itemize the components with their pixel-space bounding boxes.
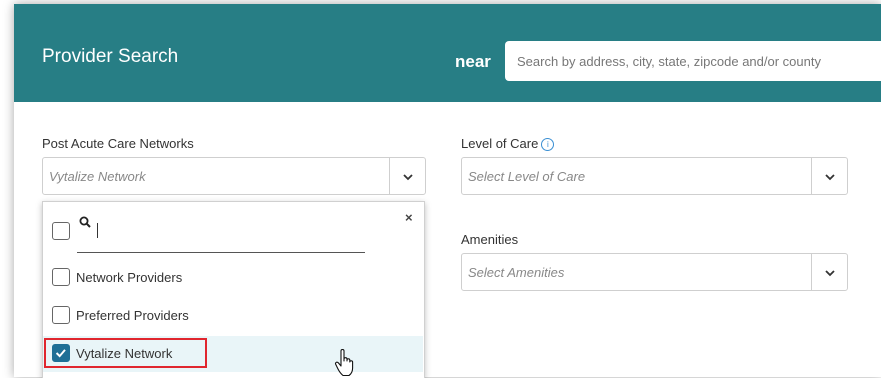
- networks-select[interactable]: Vytalize Network: [42, 157, 426, 195]
- hand-cursor-icon: [334, 349, 354, 377]
- chevron-down-icon[interactable]: [402, 172, 414, 182]
- select-divider: [811, 254, 812, 290]
- chevron-down-icon[interactable]: [824, 172, 836, 182]
- networks-select-value: Vytalize Network: [49, 169, 146, 184]
- amenities-select[interactable]: Select Amenities: [461, 253, 848, 291]
- networks-dropdown-menu: × Network Providers Preferred Providers …: [42, 201, 425, 378]
- option-preferred-providers[interactable]: Preferred Providers: [43, 298, 423, 334]
- option-network-providers[interactable]: Network Providers: [43, 260, 423, 296]
- search-icon: [79, 216, 91, 228]
- option-checkbox[interactable]: [52, 306, 70, 324]
- chevron-down-icon[interactable]: [824, 268, 836, 278]
- provider-search-panel: Provider Search near Post Acute Care Net…: [14, 4, 881, 378]
- option-checkbox[interactable]: [52, 268, 70, 286]
- level-of-care-select[interactable]: Select Level of Care: [461, 157, 848, 195]
- level-of-care-label-text: Level of Care: [461, 136, 539, 151]
- option-label: Network Providers: [76, 270, 183, 285]
- networks-label: Post Acute Care Networks: [42, 136, 194, 151]
- amenities-placeholder: Select Amenities: [468, 265, 565, 280]
- dropdown-search-input[interactable]: [77, 252, 365, 253]
- page-title: Provider Search: [42, 46, 179, 67]
- close-icon[interactable]: ×: [405, 210, 413, 225]
- select-divider: [389, 158, 390, 194]
- near-label: near: [455, 52, 491, 71]
- location-search-input[interactable]: [505, 41, 881, 81]
- level-of-care-placeholder: Select Level of Care: [468, 169, 586, 184]
- level-of-care-label: Level of Care i: [461, 136, 555, 151]
- header-bar: Provider Search near: [14, 4, 881, 102]
- option-label: Preferred Providers: [76, 308, 189, 323]
- select-divider: [811, 158, 812, 194]
- text-caret: [97, 223, 98, 238]
- info-icon[interactable]: i: [541, 138, 555, 151]
- select-all-checkbox[interactable]: [52, 222, 70, 240]
- highlight-annotation: [44, 338, 207, 368]
- amenities-label: Amenities: [461, 232, 519, 247]
